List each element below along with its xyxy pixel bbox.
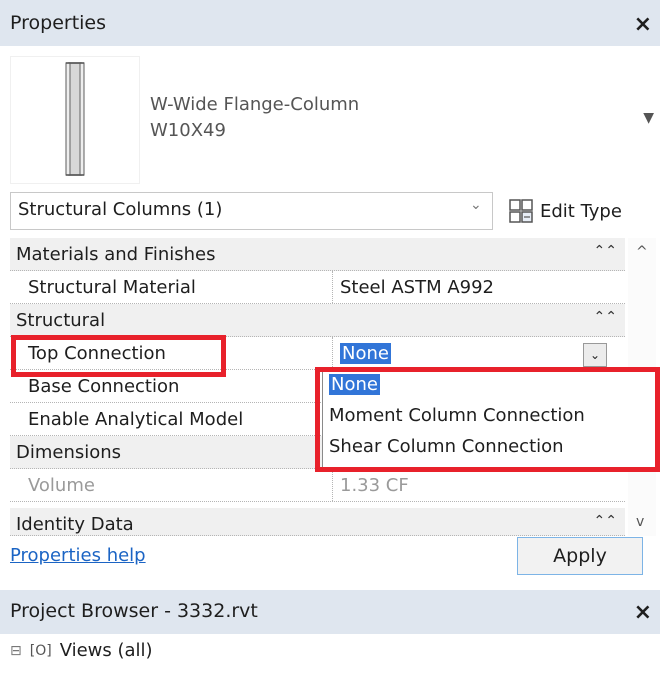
type-size: W10X49 <box>150 120 226 141</box>
project-browser-title: Project Browser - 3332.rvt <box>10 600 258 622</box>
highlight-box-dropdown <box>315 367 660 472</box>
collapse-icon[interactable]: ⌃⌃ <box>594 513 617 529</box>
property-value: 1.33 CF <box>340 475 409 496</box>
chevron-down-icon[interactable]: ⌄ <box>583 343 607 367</box>
category-materials-and-finishes[interactable]: Materials and Finishes ⌃⌃ <box>10 238 625 271</box>
category-identity-data[interactable]: Identity Data ⌃⌃ <box>10 508 625 536</box>
project-browser-close-icon[interactable]: × <box>634 600 652 625</box>
property-label: Structural Material <box>28 277 196 298</box>
highlight-box-top-connection <box>11 335 226 377</box>
property-value[interactable]: Steel ASTM A992 <box>340 277 494 298</box>
apply-button[interactable]: Apply <box>517 537 643 575</box>
category-structural[interactable]: Structural ⌃⌃ <box>10 304 625 337</box>
category-label: Dimensions <box>16 442 122 463</box>
instance-filter-label: Structural Columns (1) <box>18 199 223 220</box>
category-label: Materials and Finishes <box>16 244 216 265</box>
edit-type-label: Edit Type <box>540 200 622 222</box>
views-icon: [O] <box>29 642 52 659</box>
wide-flange-column-icon <box>10 56 140 184</box>
properties-title: Properties <box>10 12 107 34</box>
scroll-down-icon[interactable]: v <box>636 514 644 530</box>
edit-type-icon <box>509 199 533 223</box>
properties-close-icon[interactable]: × <box>634 12 652 37</box>
collapse-icon[interactable]: ⌃⌃ <box>594 309 617 325</box>
top-connection-select[interactable]: None <box>340 343 391 364</box>
tree-label: Views (all) <box>59 640 153 661</box>
chevron-down-icon[interactable]: ⌄ <box>470 197 482 213</box>
property-label: Volume <box>28 475 95 496</box>
property-row-structural-material[interactable]: Structural Material Steel ASTM A992 <box>10 271 625 304</box>
properties-help-link[interactable]: Properties help <box>10 545 146 566</box>
property-row-volume: Volume 1.33 CF <box>10 469 625 502</box>
category-label: Identity Data <box>16 514 134 535</box>
selected-value: None <box>340 343 391 364</box>
type-dropdown-arrow-icon[interactable]: ▼ <box>643 110 654 126</box>
type-name: W-Wide Flange-Column W10X49 <box>150 92 359 144</box>
collapse-icon[interactable]: ⌃⌃ <box>594 243 617 259</box>
tree-item-views[interactable]: ⊟ [O] Views (all) <box>10 640 153 661</box>
category-label: Structural <box>16 310 106 331</box>
scroll-up-icon[interactable]: ^ <box>636 244 648 260</box>
edit-type-button[interactable]: Edit Type <box>508 192 622 230</box>
property-label: Base Connection <box>28 376 180 397</box>
type-family: W-Wide Flange-Column <box>150 94 360 115</box>
collapse-minus-icon[interactable]: ⊟ <box>10 643 22 659</box>
property-label: Enable Analytical Model <box>28 409 244 430</box>
